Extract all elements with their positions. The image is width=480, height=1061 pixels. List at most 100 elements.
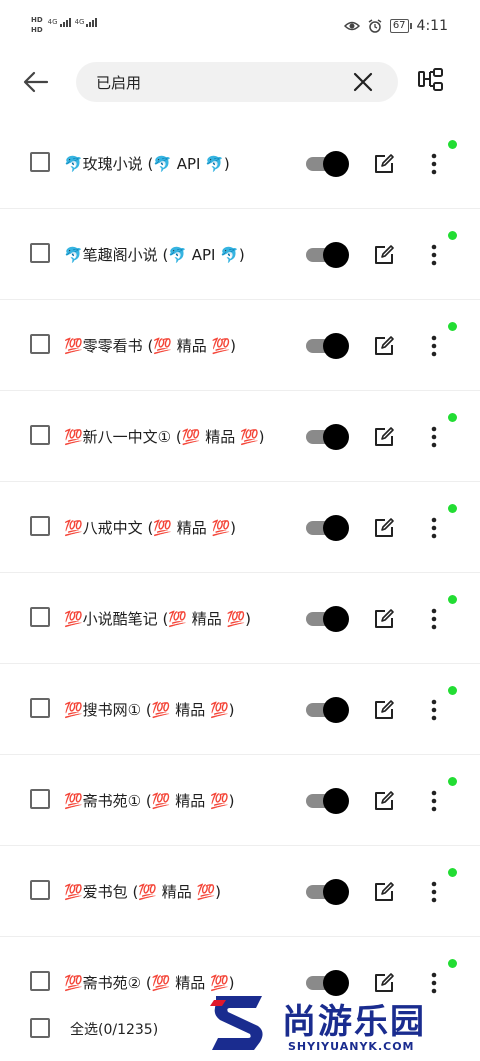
eye-icon — [343, 21, 360, 31]
back-button[interactable] — [20, 66, 52, 98]
source-name: 🐬玫瑰小说 (🐬 API 🐬) — [64, 155, 230, 173]
source-name: 💯小说酷笔记 (💯 精品 💯) — [64, 610, 252, 628]
edit-icon[interactable] — [373, 790, 395, 812]
toolbar: 已启用 — [0, 52, 480, 112]
enable-toggle[interactable] — [306, 242, 350, 268]
more-vert-icon[interactable] — [424, 607, 444, 631]
toggle-thumb — [323, 788, 349, 814]
status-dot — [448, 686, 457, 695]
enable-toggle[interactable] — [306, 788, 350, 814]
row-checkbox[interactable] — [30, 880, 50, 900]
source-list: 🐬玫瑰小说 (🐬 API 🐬) 🐬笔趣阁小说 (🐬 API 🐬) 💯零零看书 (… — [0, 118, 480, 1028]
enable-toggle[interactable] — [306, 333, 350, 359]
edit-icon[interactable] — [373, 881, 395, 903]
more-vert-icon[interactable] — [424, 880, 444, 904]
battery-indicator: 67 — [389, 19, 412, 33]
status-dot — [448, 504, 457, 513]
source-row[interactable]: 💯斋书苑① (💯 精品 💯) — [0, 755, 480, 846]
status-dot — [448, 868, 457, 877]
toggle-thumb — [323, 333, 349, 359]
edit-icon[interactable] — [373, 699, 395, 721]
search-box[interactable]: 已启用 — [76, 62, 398, 102]
network-type: 4G — [74, 18, 85, 26]
select-all-label[interactable]: 全选(0/1235) — [70, 1019, 158, 1039]
edit-icon[interactable] — [373, 972, 395, 994]
watermark: 尚游乐园 SHYIYUANYK.COM — [206, 992, 476, 1058]
select-all-checkbox[interactable] — [30, 1018, 50, 1038]
edit-icon[interactable] — [373, 335, 395, 357]
source-name: 🐬笔趣阁小说 (🐬 API 🐬) — [64, 246, 245, 264]
enable-toggle[interactable] — [306, 606, 350, 632]
signal-icon: 4G — [75, 18, 98, 27]
toggle-thumb — [323, 606, 349, 632]
status-dot — [448, 322, 457, 331]
row-checkbox[interactable] — [30, 425, 50, 445]
arrow-left-icon — [23, 71, 49, 93]
edit-icon[interactable] — [373, 608, 395, 630]
more-vert-icon[interactable] — [424, 425, 444, 449]
watermark-subtitle: SHYIYUANYK.COM — [288, 1040, 415, 1053]
enable-toggle[interactable] — [306, 424, 350, 450]
status-dot — [448, 413, 457, 422]
source-row[interactable]: 🐬玫瑰小说 (🐬 API 🐬) — [0, 118, 480, 209]
row-checkbox[interactable] — [30, 334, 50, 354]
hd-badge: HD — [31, 26, 43, 34]
signal-icon: 4G — [48, 18, 71, 27]
toggle-thumb — [323, 242, 349, 268]
row-checkbox[interactable] — [30, 516, 50, 536]
hd-badge: HD — [31, 16, 43, 24]
source-row[interactable]: 💯爱书包 (💯 精品 💯) — [0, 846, 480, 937]
enable-toggle[interactable] — [306, 515, 350, 541]
close-icon[interactable] — [352, 71, 374, 93]
row-checkbox[interactable] — [30, 789, 50, 809]
more-vert-icon[interactable] — [424, 789, 444, 813]
source-row[interactable]: 💯小说酷笔记 (💯 精品 💯) — [0, 573, 480, 664]
toggle-thumb — [323, 424, 349, 450]
source-name: 💯搜书网① (💯 精品 💯) — [64, 701, 235, 719]
more-vert-icon[interactable] — [424, 243, 444, 267]
status-left: HD HD 4G 4G — [30, 16, 98, 34]
watermark-logo — [210, 996, 263, 1050]
row-checkbox[interactable] — [30, 698, 50, 718]
alarm-icon — [368, 19, 382, 33]
edit-icon[interactable] — [373, 153, 395, 175]
source-name: 💯爱书包 (💯 精品 💯) — [64, 883, 222, 901]
edit-icon[interactable] — [373, 517, 395, 539]
row-checkbox[interactable] — [30, 152, 50, 172]
status-right: 67 4:11 — [343, 18, 448, 34]
source-row[interactable]: 🐬笔趣阁小说 (🐬 API 🐬) — [0, 209, 480, 300]
source-row[interactable]: 💯八戒中文 (💯 精品 💯) — [0, 482, 480, 573]
toggle-thumb — [323, 151, 349, 177]
watermark-title: 尚游乐园 — [282, 1002, 426, 1042]
status-dot — [448, 231, 457, 240]
edit-icon[interactable] — [373, 244, 395, 266]
hd-indicators: HD HD — [30, 16, 44, 34]
source-name: 💯八戒中文 (💯 精品 💯) — [64, 519, 237, 537]
source-row[interactable]: 💯新八一中文① (💯 精品 💯) — [0, 391, 480, 482]
enable-toggle[interactable] — [306, 697, 350, 723]
toggle-thumb — [323, 697, 349, 723]
search-input[interactable]: 已启用 — [96, 72, 141, 93]
more-vert-icon[interactable] — [424, 334, 444, 358]
enable-toggle[interactable] — [306, 151, 350, 177]
edit-icon[interactable] — [373, 426, 395, 448]
more-vert-icon[interactable] — [424, 516, 444, 540]
enable-toggle[interactable] — [306, 879, 350, 905]
source-name: 💯新八一中文① (💯 精品 💯) — [64, 428, 265, 446]
row-checkbox[interactable] — [30, 607, 50, 627]
status-bar: HD HD 4G 4G 67 4:11 — [0, 0, 480, 50]
source-row[interactable]: 💯零零看书 (💯 精品 💯) — [0, 300, 480, 391]
screen: HD HD 4G 4G 67 4:11 已启用 🐬玫瑰小说 (🐬 API 🐬) … — [0, 0, 480, 1061]
more-vert-icon[interactable] — [424, 698, 444, 722]
row-checkbox[interactable] — [30, 971, 50, 991]
row-checkbox[interactable] — [30, 243, 50, 263]
source-name: 💯斋书苑② (💯 精品 💯) — [64, 974, 235, 992]
more-vert-icon[interactable] — [424, 152, 444, 176]
status-dot — [448, 595, 457, 604]
toggle-thumb — [323, 879, 349, 905]
source-row[interactable]: 💯搜书网① (💯 精品 💯) — [0, 664, 480, 755]
network-type: 4G — [47, 18, 58, 26]
status-dot — [448, 959, 457, 968]
source-name: 💯零零看书 (💯 精品 💯) — [64, 337, 237, 355]
group-tree-icon[interactable] — [416, 66, 446, 96]
